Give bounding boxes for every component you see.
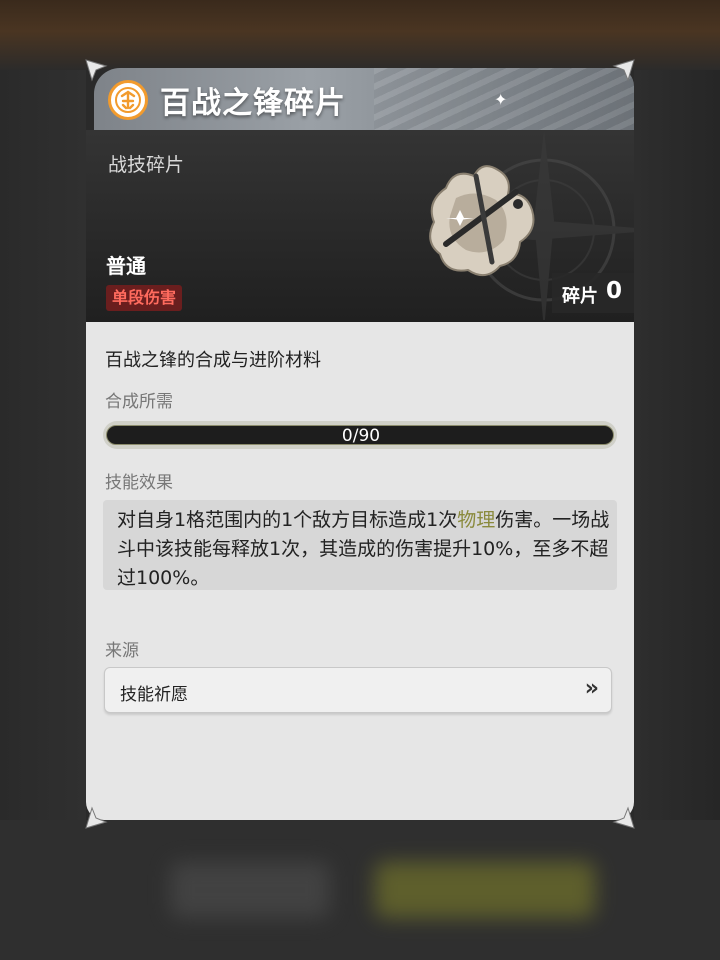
effect-description: 对自身1格范围内的1个敌方目标造成1次物理伤害。一场战斗中该技能每释放1次，其造… xyxy=(117,506,611,593)
corner-ornament-icon xyxy=(612,806,635,829)
fragment-count-label: 碎片 xyxy=(562,286,598,307)
fragment-count-value: 0 xyxy=(606,278,623,304)
effect-label: 技能效果 xyxy=(105,473,173,493)
synthesis-progress-bar: 0/90 xyxy=(103,421,617,449)
item-detail-body: 百战之锋的合成与进阶材料 合成所需 0/90 技能效果 对自身1格范围内的1个敌… xyxy=(86,322,634,820)
faction-emblem-icon xyxy=(108,80,148,120)
item-detail-card: 百战之锋碎片 ✦ 战技碎片 普通 单段伤害 碎片 0 百战之锋的合成与进阶材料 … xyxy=(85,59,635,829)
fragment-count-box: 碎片 0 xyxy=(552,273,634,313)
item-rarity: 普通 xyxy=(106,254,146,278)
effect-keyword: 物理 xyxy=(457,509,496,531)
item-name-title: 百战之锋碎片 xyxy=(160,86,346,121)
sparkle-icon: ✦ xyxy=(494,90,508,109)
effect-description-box: 对自身1格范围内的1个敌方目标造成1次物理伤害。一场战斗中该技能每释放1次，其造… xyxy=(103,500,617,590)
source-skill-wish-button[interactable]: 技能祈愿 » xyxy=(104,667,612,713)
double-chevron-right-icon: » xyxy=(584,676,599,701)
corner-ornament-icon xyxy=(85,806,108,829)
corner-ornament-icon xyxy=(85,59,108,82)
item-hero-panel: 战技碎片 普通 单段伤害 碎片 0 xyxy=(86,130,634,322)
source-item-label: 技能祈愿 xyxy=(120,685,188,705)
damage-type-badge: 单段伤害 xyxy=(106,285,183,311)
background-bottom xyxy=(0,820,720,960)
synthesis-label: 合成所需 xyxy=(105,392,173,412)
effect-text-part1: 对自身1格范围内的1个敌方目标造成1次 xyxy=(117,509,458,531)
item-purpose: 百战之锋的合成与进阶材料 xyxy=(105,350,321,371)
progress-text: 0/90 xyxy=(341,426,381,445)
source-label: 来源 xyxy=(105,641,139,661)
item-category: 战技碎片 xyxy=(108,154,185,176)
progress-track: 0/90 xyxy=(106,425,614,445)
background-confirm-button-blurred xyxy=(375,862,595,918)
corner-ornament-icon xyxy=(612,59,635,82)
background-left xyxy=(0,70,86,830)
puzzle-fragment-icon xyxy=(429,165,535,277)
background-button-blurred xyxy=(170,862,330,918)
background-right xyxy=(634,70,720,830)
